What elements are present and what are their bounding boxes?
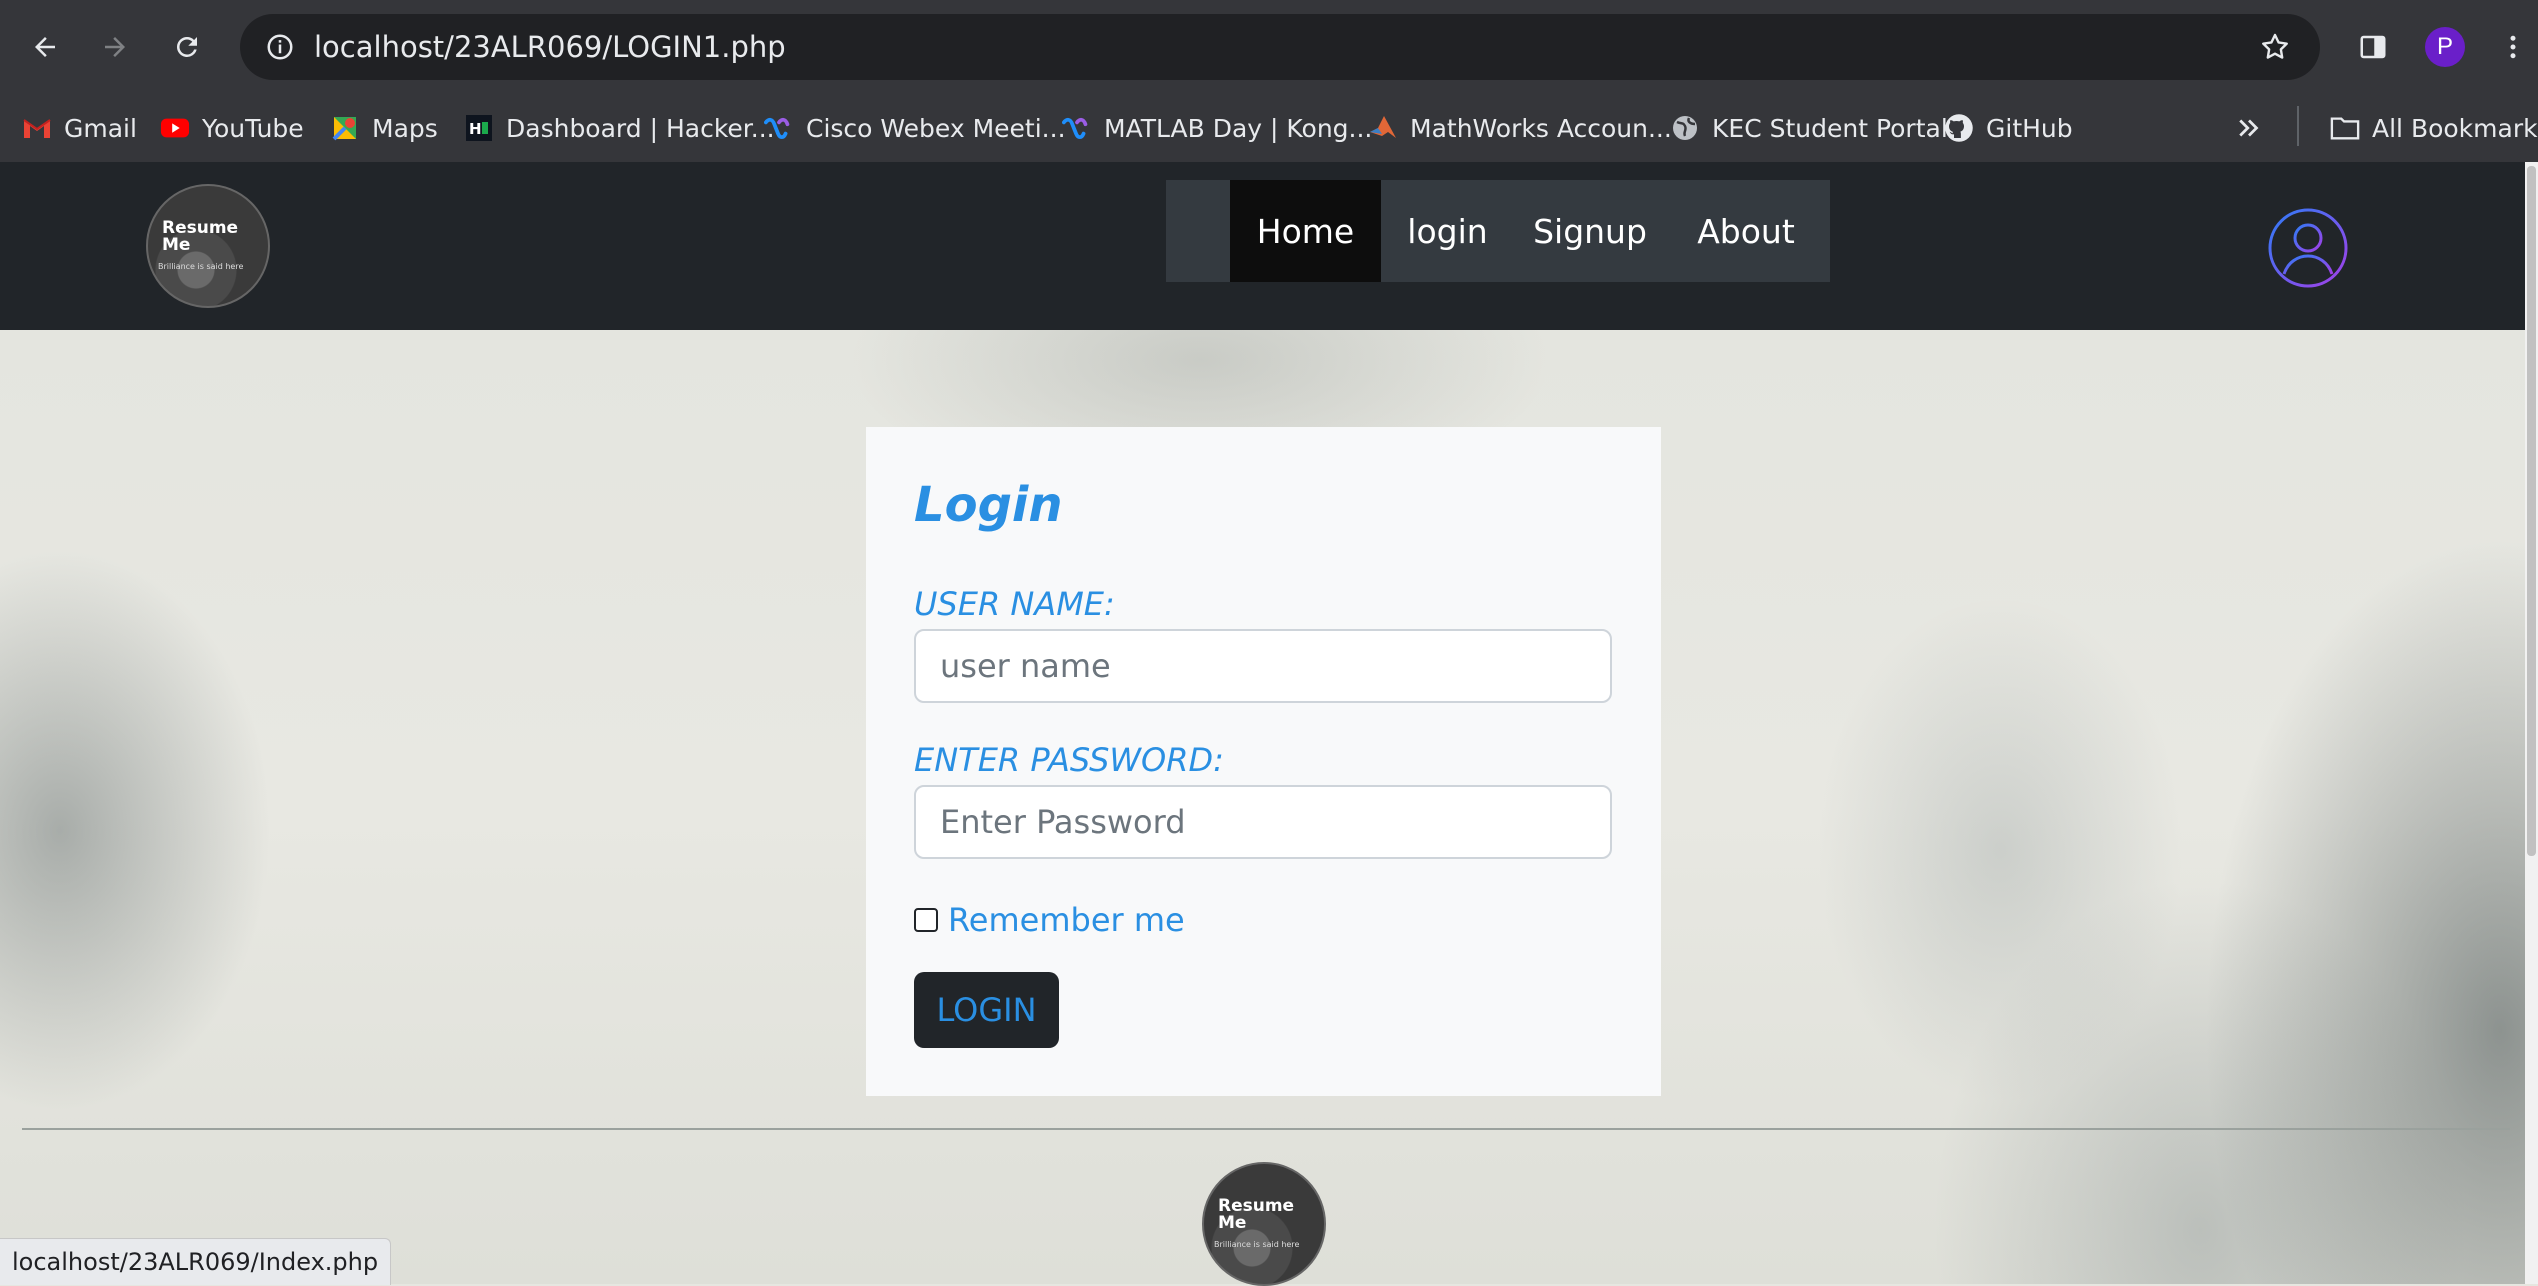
maps-icon bbox=[330, 113, 360, 143]
matlab-icon bbox=[1368, 113, 1398, 143]
site-info-icon[interactable] bbox=[260, 27, 300, 67]
github-icon bbox=[1944, 113, 1974, 143]
nav-login[interactable]: login bbox=[1381, 180, 1514, 282]
footer-divider bbox=[22, 1128, 2510, 1130]
bookmark-matlab-day[interactable]: MATLAB Day | Kong... bbox=[1062, 106, 1372, 150]
kebab-menu-icon bbox=[2510, 35, 2516, 59]
site-logo[interactable]: Resume Me Brilliance is said here bbox=[146, 184, 270, 308]
address-bar[interactable]: localhost/23ALR069/LOGIN1.php bbox=[240, 14, 2320, 80]
bookmark-github[interactable]: GitHub bbox=[1944, 106, 2073, 150]
footer-logo[interactable]: Resume Me Brilliance is said here bbox=[1202, 1162, 1326, 1286]
page-scrollbar[interactable] bbox=[2525, 162, 2538, 1284]
username-input[interactable] bbox=[914, 629, 1612, 703]
login-title: Login bbox=[914, 477, 1063, 533]
svg-text:H: H bbox=[469, 120, 482, 138]
bookmark-webex[interactable]: Cisco Webex Meeti... bbox=[764, 106, 1066, 150]
hackerrank-icon: H bbox=[464, 113, 494, 143]
side-panel-icon bbox=[2360, 35, 2386, 59]
profile-button[interactable]: P bbox=[2420, 22, 2470, 72]
all-bookmarks-folder[interactable]: All Bookmarks bbox=[2330, 106, 2538, 150]
remember-me-label[interactable]: Remember me bbox=[948, 901, 1185, 939]
menu-button[interactable] bbox=[2488, 22, 2538, 72]
arrow-right-icon bbox=[105, 37, 125, 57]
bookmark-mathworks[interactable]: MathWorks Accoun... bbox=[1368, 106, 1672, 150]
login-card: Login USER NAME: ENTER PASSWORD: Remembe… bbox=[866, 427, 1661, 1096]
back-button[interactable] bbox=[20, 22, 70, 72]
folder-icon bbox=[2330, 113, 2360, 143]
webex-icon bbox=[1062, 113, 1092, 143]
status-bar-url: localhost/23ALR069/Index.php bbox=[0, 1238, 392, 1285]
youtube-icon bbox=[160, 113, 190, 143]
forward-button[interactable] bbox=[90, 22, 140, 72]
remember-me-checkbox[interactable] bbox=[914, 908, 938, 932]
nav-signup[interactable]: Signup bbox=[1514, 180, 1666, 282]
browser-chrome: localhost/23ALR069/LOGIN1.php P Gmail Yo… bbox=[0, 0, 2538, 162]
username-label: USER NAME: bbox=[914, 585, 1115, 623]
login-button[interactable]: LOGIN bbox=[914, 972, 1059, 1048]
user-account-icon[interactable] bbox=[2266, 206, 2350, 290]
bookmark-star-icon[interactable] bbox=[2254, 26, 2296, 68]
main-nav: Home login Signup About bbox=[1166, 180, 1830, 282]
scrollbar-thumb[interactable] bbox=[2527, 166, 2536, 856]
side-panel-button[interactable] bbox=[2348, 22, 2398, 72]
webex-icon bbox=[764, 113, 794, 143]
more-bookmarks-button[interactable] bbox=[2234, 106, 2264, 150]
nav-home[interactable]: Home bbox=[1230, 180, 1381, 282]
bookmarks-bar: Gmail YouTube Maps H Dashboard | Hacker.… bbox=[0, 94, 2538, 162]
reload-button[interactable] bbox=[162, 22, 212, 72]
password-input[interactable] bbox=[914, 785, 1612, 859]
bookmark-maps[interactable]: Maps bbox=[330, 106, 438, 150]
bookmarks-divider bbox=[2297, 106, 2299, 146]
profile-avatar: P bbox=[2425, 27, 2465, 67]
bookmark-youtube[interactable]: YouTube bbox=[160, 106, 304, 150]
nav-about[interactable]: About bbox=[1666, 180, 1826, 282]
site-header: Resume Me Brilliance is said here Home l… bbox=[0, 162, 2525, 330]
gmail-icon bbox=[22, 113, 52, 143]
bookmark-kec-portal[interactable]: KEC Student Portal bbox=[1670, 106, 1948, 150]
password-label: ENTER PASSWORD: bbox=[914, 741, 1224, 779]
chevron-double-right-icon bbox=[2239, 119, 2259, 137]
globe-icon bbox=[1670, 113, 1700, 143]
reload-icon bbox=[177, 36, 197, 57]
browser-toolbar: localhost/23ALR069/LOGIN1.php P bbox=[0, 0, 2538, 94]
remember-me-row: Remember me bbox=[914, 901, 1185, 939]
arrow-left-icon bbox=[35, 37, 55, 57]
bookmark-gmail[interactable]: Gmail bbox=[22, 106, 137, 150]
address-url[interactable]: localhost/23ALR069/LOGIN1.php bbox=[314, 30, 786, 64]
bookmark-hackerrank[interactable]: H Dashboard | Hacker... bbox=[464, 106, 775, 150]
